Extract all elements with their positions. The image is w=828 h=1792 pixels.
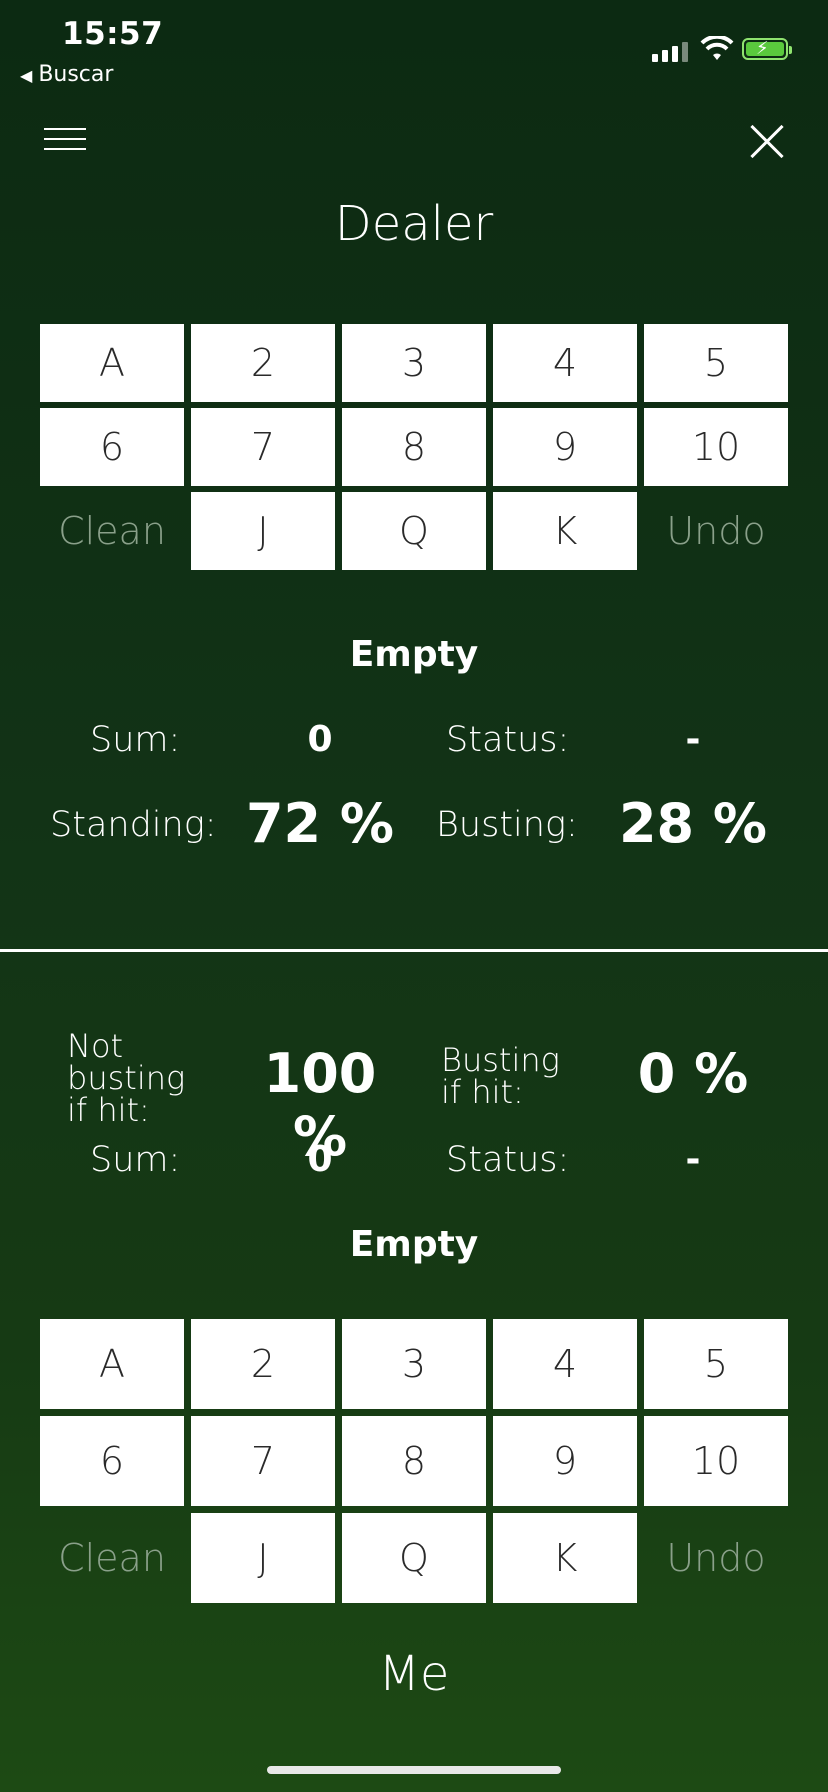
dealer-status-label: Status: xyxy=(446,720,570,760)
home-indicator[interactable] xyxy=(267,1766,561,1774)
dealer-clean-button[interactable]: Clean xyxy=(40,492,184,570)
dealer-hand-label: Empty xyxy=(349,634,479,675)
me-hand-label: Empty xyxy=(349,1224,479,1265)
dealer-card-k-button[interactable]: K xyxy=(493,492,637,570)
dealer-card-2-button[interactable]: 2 xyxy=(191,324,335,402)
dealer-standing-value: 72 % xyxy=(245,792,395,855)
dealer-busting-value: 28 % xyxy=(618,792,768,855)
me-card-3-button[interactable]: 3 xyxy=(342,1319,486,1409)
me-busting-label: Busting if hit: xyxy=(441,1041,560,1111)
me-undo-button[interactable]: Undo xyxy=(644,1513,788,1603)
dealer-card-j-button[interactable]: J xyxy=(191,492,335,570)
me-card-q-button[interactable]: Q xyxy=(342,1513,486,1603)
dealer-card-8-button[interactable]: 8 xyxy=(342,408,486,486)
wifi-icon xyxy=(700,36,734,60)
dealer-card-10-button[interactable]: 10 xyxy=(644,408,788,486)
me-clean-button[interactable]: Clean xyxy=(40,1513,184,1603)
cellular-signal-icon xyxy=(652,40,690,62)
me-status-label: Status: xyxy=(446,1140,570,1180)
me-sum-label: Sum: xyxy=(90,1140,181,1180)
me-not-busting-label: Not busting if hit: xyxy=(67,1027,186,1129)
me-busting-value: 0 % xyxy=(637,1042,749,1105)
me-card-9-button[interactable]: 9 xyxy=(493,1416,637,1506)
me-card-5-button[interactable]: 5 xyxy=(644,1319,788,1409)
me-card-4-button[interactable]: 4 xyxy=(493,1319,637,1409)
dealer-card-a-button[interactable]: A xyxy=(40,324,184,402)
dealer-card-9-button[interactable]: 9 xyxy=(493,408,637,486)
back-label: Buscar xyxy=(38,62,114,87)
me-card-2-button[interactable]: 2 xyxy=(191,1319,335,1409)
dealer-sum-value: 0 xyxy=(307,719,333,760)
dealer-standing-label: Standing: xyxy=(50,805,217,845)
dealer-busting-label: Busting: xyxy=(436,805,578,845)
back-arrow-icon: ◀ xyxy=(20,66,33,85)
dealer-card-3-button[interactable]: 3 xyxy=(342,324,486,402)
me-card-10-button[interactable]: 10 xyxy=(644,1416,788,1506)
section-divider xyxy=(0,949,828,952)
me-status-value: - xyxy=(685,1139,701,1180)
dealer-card-6-button[interactable]: 6 xyxy=(40,408,184,486)
me-keypad: A 2 3 4 5 6 7 8 9 10 Clean J Q K Undo xyxy=(40,1319,788,1603)
dealer-card-4-button[interactable]: 4 xyxy=(493,324,637,402)
me-card-a-button[interactable]: A xyxy=(40,1319,184,1409)
dealer-keypad: A 2 3 4 5 6 7 8 9 10 Clean J Q K Undo xyxy=(40,324,788,570)
dealer-card-q-button[interactable]: Q xyxy=(342,492,486,570)
me-card-6-button[interactable]: 6 xyxy=(40,1416,184,1506)
battery-charging-icon: ⚡ xyxy=(742,38,792,60)
me-title: Me xyxy=(378,1646,450,1702)
dealer-card-5-button[interactable]: 5 xyxy=(644,324,788,402)
me-card-j-button[interactable]: J xyxy=(191,1513,335,1603)
dealer-sum-label: Sum: xyxy=(90,720,181,760)
dealer-title: Dealer xyxy=(334,196,494,252)
menu-icon[interactable] xyxy=(44,128,86,152)
dealer-status-value: - xyxy=(685,719,701,760)
dealer-undo-button[interactable]: Undo xyxy=(644,492,788,570)
status-time: 15:57 xyxy=(62,16,164,52)
me-card-8-button[interactable]: 8 xyxy=(342,1416,486,1506)
me-sum-value: 0 xyxy=(307,1139,333,1180)
back-to-search-link[interactable]: ◀ Buscar xyxy=(20,62,113,87)
dealer-card-7-button[interactable]: 7 xyxy=(191,408,335,486)
me-card-7-button[interactable]: 7 xyxy=(191,1416,335,1506)
close-icon[interactable] xyxy=(748,122,786,160)
me-card-k-button[interactable]: K xyxy=(493,1513,637,1603)
